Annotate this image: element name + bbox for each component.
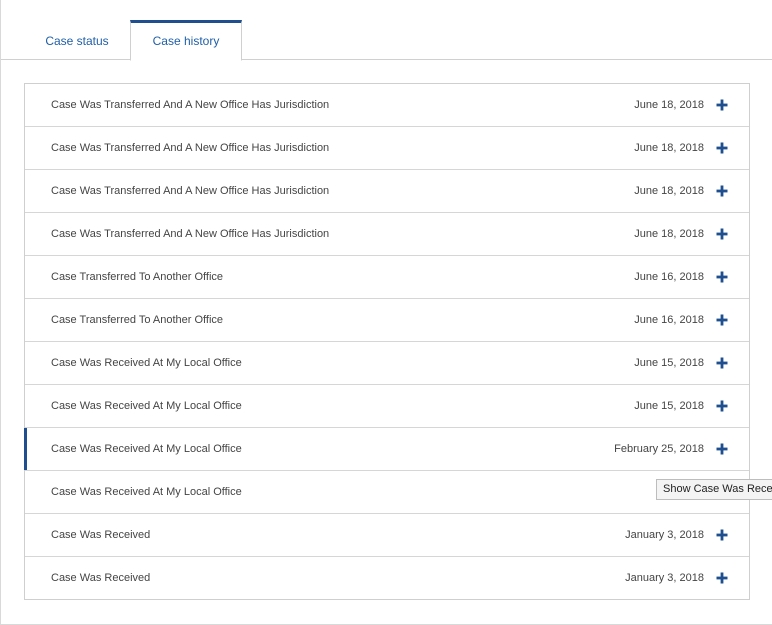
tab-case-status[interactable]: Case status <box>23 20 131 60</box>
history-row[interactable]: Case Was Received At My Local Office Jun… <box>25 385 749 428</box>
history-row-date: June 18, 2018 <box>634 99 704 111</box>
plus-icon[interactable] <box>715 442 729 456</box>
history-row[interactable]: Case Was Received At My Local Office Jun… <box>25 342 749 385</box>
history-row-title: Case Was Transferred And A New Office Ha… <box>51 99 330 111</box>
history-row[interactable]: Case Was Received January 3, 2018 <box>25 557 749 599</box>
history-row-date: June 15, 2018 <box>634 400 704 412</box>
case-panel: Case status Case history Case Was Transf… <box>0 0 772 625</box>
plus-icon[interactable] <box>715 184 729 198</box>
plus-icon[interactable] <box>715 313 729 327</box>
plus-icon[interactable] <box>715 356 729 370</box>
history-row-date: June 16, 2018 <box>634 314 704 326</box>
case-history-list: Case Was Transferred And A New Office Ha… <box>24 83 750 600</box>
history-row-title: Case Was Received At My Local Office <box>51 357 242 369</box>
history-row-date: June 18, 2018 <box>634 142 704 154</box>
history-row-title: Case Was Transferred And A New Office Ha… <box>51 142 330 154</box>
history-row-title: Case Was Received <box>51 529 151 541</box>
history-row[interactable]: Case Was Received January 3, 2018 <box>25 514 749 557</box>
history-row-title: Case Transferred To Another Office <box>51 271 224 283</box>
history-row[interactable]: Case Was Transferred And A New Office Ha… <box>25 213 749 256</box>
plus-icon[interactable] <box>715 399 729 413</box>
history-row[interactable]: Case Transferred To Another Office June … <box>25 256 749 299</box>
history-row-title: Case Was Transferred And A New Office Ha… <box>51 228 330 240</box>
history-row-date: June 16, 2018 <box>634 271 704 283</box>
expand-tooltip: Show Case Was Rece <box>656 479 772 500</box>
history-row-title: Case Was Transferred And A New Office Ha… <box>51 185 330 197</box>
history-row-title: Case Was Received At My Local Office <box>51 400 242 412</box>
tab-bar: Case status Case history <box>1 0 772 61</box>
plus-icon[interactable] <box>715 227 729 241</box>
history-row-date: June 15, 2018 <box>634 357 704 369</box>
history-row[interactable]: Case Transferred To Another Office June … <box>25 299 749 342</box>
history-row-title: Case Transferred To Another Office <box>51 314 224 326</box>
history-row-title: Case Was Received At My Local Office <box>51 486 242 498</box>
history-row-date: January 3, 2018 <box>625 572 704 584</box>
history-row-date: June 18, 2018 <box>634 185 704 197</box>
tab-case-history[interactable]: Case history <box>130 20 242 61</box>
history-row-title: Case Was Received At My Local Office <box>51 443 242 455</box>
plus-icon[interactable] <box>715 270 729 284</box>
history-row-date: June 18, 2018 <box>634 228 704 240</box>
history-row[interactable]: Case Was Received At My Local Office Feb… <box>25 471 749 514</box>
plus-icon[interactable] <box>715 571 729 585</box>
history-row-date: January 3, 2018 <box>625 529 704 541</box>
history-row[interactable]: Case Was Transferred And A New Office Ha… <box>25 84 749 127</box>
history-row-date: February 25, 2018 <box>614 443 704 455</box>
plus-icon[interactable] <box>715 141 729 155</box>
history-row[interactable]: Case Was Transferred And A New Office Ha… <box>25 127 749 170</box>
history-row-title: Case Was Received <box>51 572 151 584</box>
history-row-active[interactable]: Case Was Received At My Local Office Feb… <box>24 428 749 471</box>
history-row[interactable]: Case Was Transferred And A New Office Ha… <box>25 170 749 213</box>
plus-icon[interactable] <box>715 528 729 542</box>
plus-icon[interactable] <box>715 98 729 112</box>
